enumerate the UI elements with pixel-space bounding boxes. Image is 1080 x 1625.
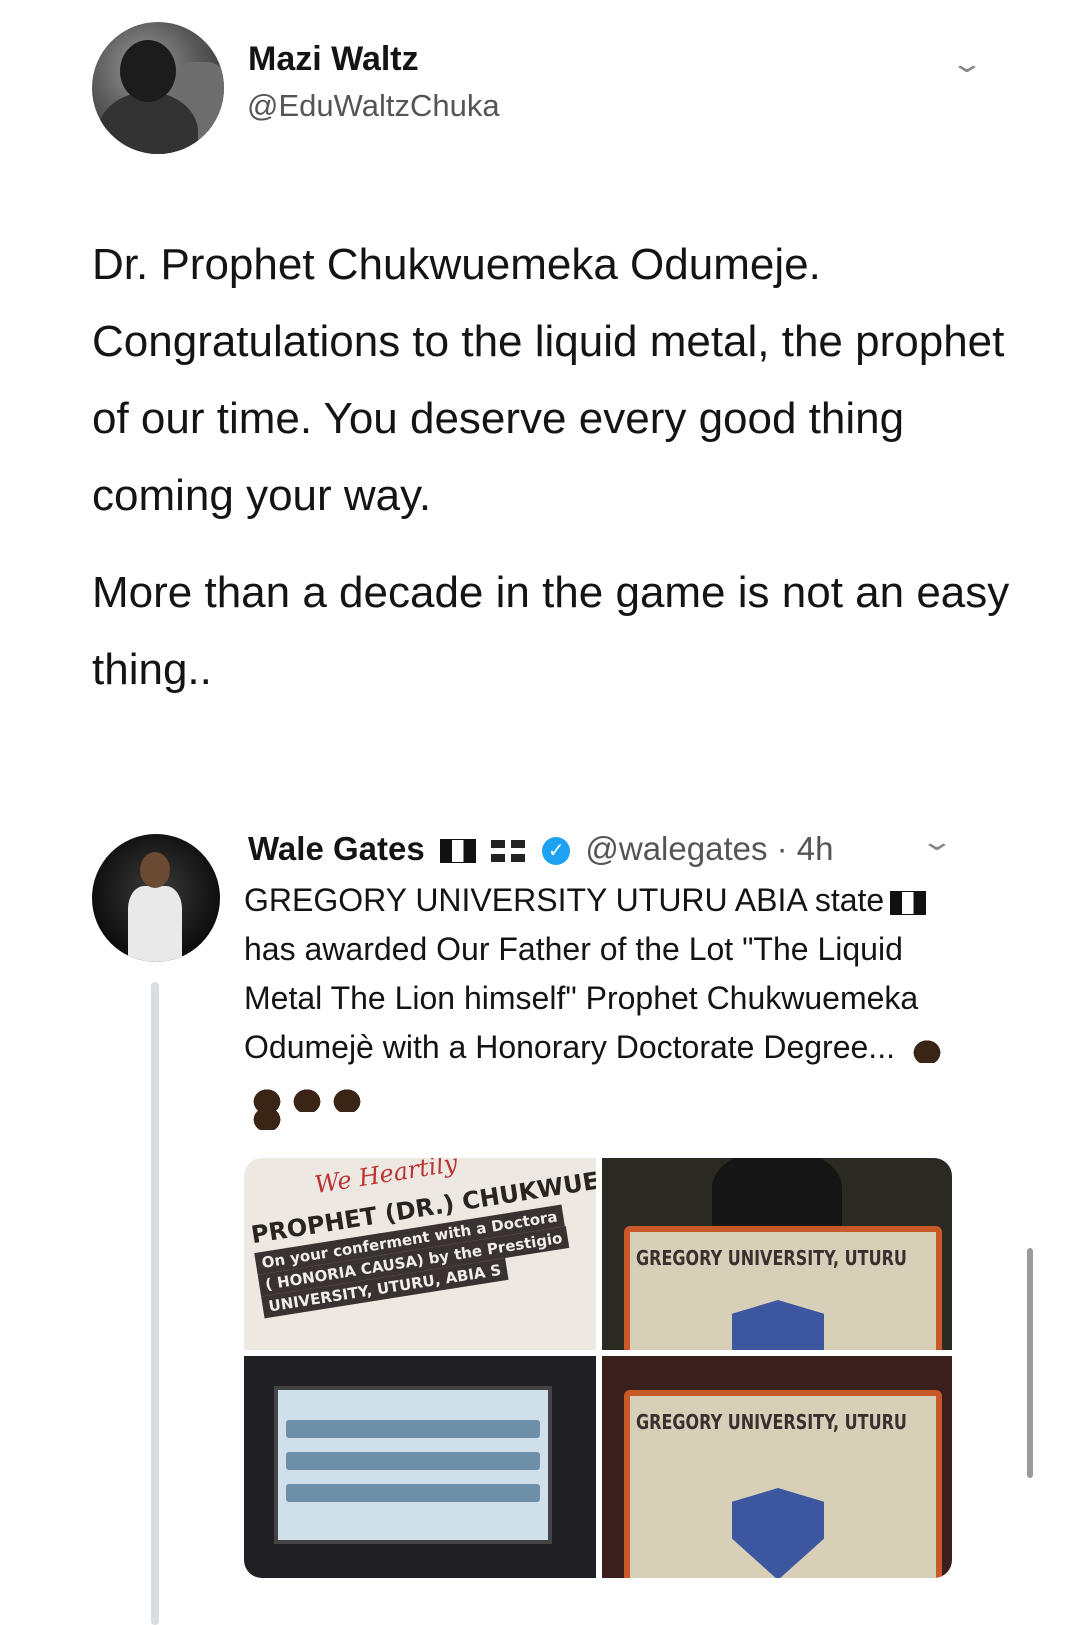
podium-label-1: GREGORY UNIVERSITY, UTURU (636, 1246, 907, 1270)
shield-icon (732, 1488, 824, 1578)
media-image-podium-2[interactable]: GREGORY UNIVERSITY, UTURU (602, 1356, 952, 1578)
quoted-text-part1: GREGORY UNIVERSITY UTURU ABIA state (244, 882, 885, 918)
nigeria-flag-icon (439, 839, 476, 864)
raising-hands-icon (290, 1085, 324, 1112)
raising-hands-icon (330, 1085, 364, 1112)
quoted-tweet-header: Wale Gates ✓ @walegates · 4h (248, 830, 834, 868)
podium-banner: GREGORY UNIVERSITY, UTURU (624, 1226, 942, 1350)
chevron-down-icon[interactable]: ⌄ (949, 48, 984, 79)
media-image-banner[interactable]: We Heartily PROPHET (DR.) CHUKWUEMEKA CY… (244, 1158, 596, 1350)
quoted-author-name[interactable]: Wale Gates (248, 830, 425, 867)
media-grid[interactable]: We Heartily PROPHET (DR.) CHUKWUEMEKA CY… (244, 1158, 952, 1578)
quoted-chevron-down-icon[interactable]: ⌄ (919, 826, 954, 857)
podium-banner: GREGORY UNIVERSITY, UTURU (624, 1390, 942, 1578)
emoji-row (244, 1104, 284, 1130)
media-image-podium-1[interactable]: GREGORY UNIVERSITY, UTURU (602, 1158, 952, 1350)
thread-line (151, 982, 159, 1625)
verified-badge-icon: ✓ (542, 837, 571, 866)
podium-label-2: GREGORY UNIVERSITY, UTURU (636, 1410, 907, 1434)
shield-icon (732, 1300, 824, 1350)
author-handle[interactable]: @EduWaltzChuka (247, 88, 500, 124)
uk-flag-icon (491, 840, 526, 863)
quoted-text-part2: has awarded Our Father of the Lot "The L… (244, 931, 919, 1065)
scrollbar[interactable] (1027, 1248, 1033, 1478)
raising-hands-icon (250, 1104, 284, 1130)
projector-screen (274, 1386, 552, 1544)
author-avatar[interactable] (92, 22, 224, 154)
tweet-text-paragraph-2: More than a decade in the game is not an… (92, 568, 1010, 694)
gown-shape (712, 1158, 842, 1228)
media-image-screen[interactable] (244, 1356, 596, 1578)
nigeria-flag-icon (890, 890, 927, 915)
quoted-author-avatar[interactable] (92, 834, 220, 962)
quoted-tweet-text: GREGORY UNIVERSITY UTURU ABIA state has … (244, 876, 944, 1121)
tweet-text-paragraph-1: Dr. Prophet Chukwuemeka Odumeje. Congrat… (92, 240, 1005, 520)
author-name[interactable]: Mazi Waltz (248, 40, 419, 79)
raising-hands-icon (909, 1036, 944, 1063)
quoted-handle-time[interactable]: @walegates · 4h (585, 830, 833, 867)
